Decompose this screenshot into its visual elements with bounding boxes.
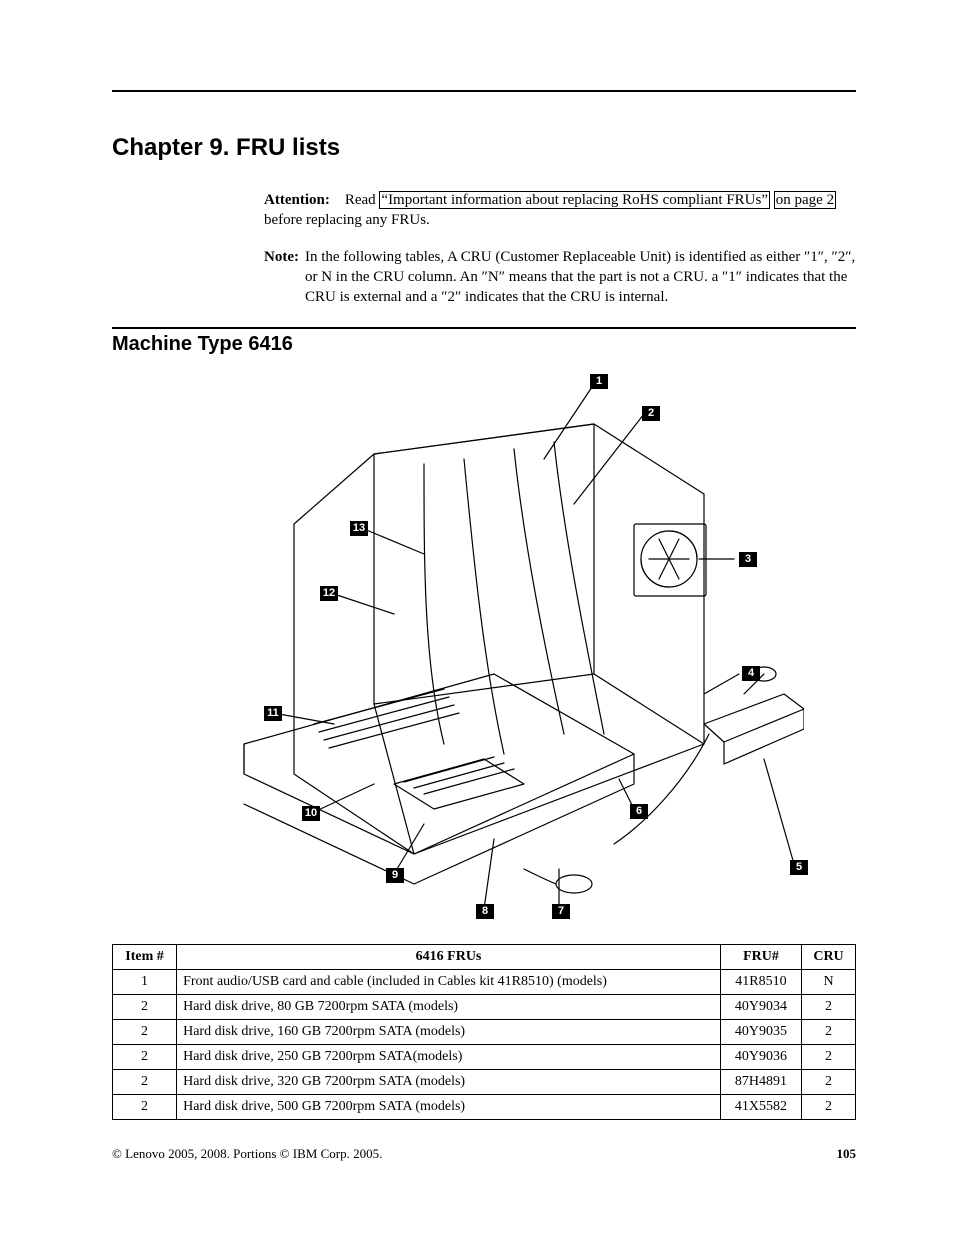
cell-item: 1: [113, 970, 177, 995]
cell-cru: 2: [802, 1095, 856, 1120]
cell-fru: 40Y9036: [720, 1045, 801, 1070]
callout-2: 2: [642, 406, 660, 421]
copyright-text: © Lenovo 2005, 2008. Portions © IBM Corp…: [112, 1146, 382, 1162]
table-header-row: Item # 6416 FRUs FRU# CRU: [113, 945, 856, 970]
th-item: Item #: [113, 945, 177, 970]
machine-type-heading: Machine Type 6416: [112, 327, 856, 356]
table-row: 2 Hard disk drive, 500 GB 7200rpm SATA (…: [113, 1095, 856, 1120]
callout-9: 9: [386, 868, 404, 883]
cell-item: 2: [113, 1020, 177, 1045]
cell-fru: 40Y9034: [720, 995, 801, 1020]
attention-paragraph: Attention: Read “Important information a…: [264, 190, 856, 231]
callout-3: 3: [739, 552, 757, 567]
cell-desc: Hard disk drive, 500 GB 7200rpm SATA (mo…: [177, 1095, 721, 1120]
cell-desc: Front audio/USB card and cable (included…: [177, 970, 721, 995]
table-row: 2 Hard disk drive, 160 GB 7200rpm SATA (…: [113, 1020, 856, 1045]
table-row: 2 Hard disk drive, 250 GB 7200rpm SATA(m…: [113, 1045, 856, 1070]
callout-13: 13: [350, 521, 368, 536]
fru-table: Item # 6416 FRUs FRU# CRU 1 Front audio/…: [112, 944, 856, 1120]
cell-desc: Hard disk drive, 160 GB 7200rpm SATA (mo…: [177, 1020, 721, 1045]
attention-label: Attention:: [264, 192, 330, 208]
callout-10: 10: [302, 806, 320, 821]
callout-7: 7: [552, 904, 570, 919]
exploded-diagram: 1 2 3 4 5 6 7 8 9 10 11 12 13: [164, 364, 804, 924]
cell-cru: 2: [802, 1045, 856, 1070]
cell-cru: 2: [802, 1020, 856, 1045]
note-text: In the following tables, A CRU (Customer…: [305, 247, 856, 308]
cell-item: 2: [113, 1070, 177, 1095]
attention-pre: Read: [345, 192, 380, 208]
callout-5: 5: [790, 860, 808, 875]
callout-4: 4: [742, 666, 760, 681]
callout-11: 11: [264, 706, 282, 721]
attention-link-2[interactable]: on page 2: [774, 191, 836, 209]
top-rule: [112, 90, 856, 92]
th-cru: CRU: [802, 945, 856, 970]
cell-item: 2: [113, 995, 177, 1020]
table-row: 2 Hard disk drive, 320 GB 7200rpm SATA (…: [113, 1070, 856, 1095]
th-fru: FRU#: [720, 945, 801, 970]
cell-fru: 40Y9035: [720, 1020, 801, 1045]
cell-item: 2: [113, 1095, 177, 1120]
cell-cru: N: [802, 970, 856, 995]
page-footer: © Lenovo 2005, 2008. Portions © IBM Corp…: [112, 1146, 856, 1162]
note-label: Note:: [264, 247, 299, 267]
note-paragraph: Note: In the following tables, A CRU (Cu…: [264, 247, 856, 308]
cell-cru: 2: [802, 995, 856, 1020]
diagram-svg: [164, 364, 804, 924]
cell-item: 2: [113, 1045, 177, 1070]
cell-desc: Hard disk drive, 320 GB 7200rpm SATA (mo…: [177, 1070, 721, 1095]
callout-12: 12: [320, 586, 338, 601]
cell-desc: Hard disk drive, 80 GB 7200rpm SATA (mod…: [177, 995, 721, 1020]
table-row: 1 Front audio/USB card and cable (includ…: [113, 970, 856, 995]
callout-1: 1: [590, 374, 608, 389]
callout-8: 8: [476, 904, 494, 919]
chapter-title: Chapter 9. FRU lists: [112, 134, 856, 162]
cell-desc: Hard disk drive, 250 GB 7200rpm SATA(mod…: [177, 1045, 721, 1070]
th-desc: 6416 FRUs: [177, 945, 721, 970]
attention-post: before replacing any FRUs.: [264, 212, 430, 228]
table-row: 2 Hard disk drive, 80 GB 7200rpm SATA (m…: [113, 995, 856, 1020]
cell-fru: 41X5582: [720, 1095, 801, 1120]
cell-fru: 41R8510: [720, 970, 801, 995]
cell-cru: 2: [802, 1070, 856, 1095]
callout-6: 6: [630, 804, 648, 819]
cell-fru: 87H4891: [720, 1070, 801, 1095]
attention-link-1[interactable]: “Important information about replacing R…: [379, 191, 770, 209]
page-number: 105: [837, 1146, 857, 1162]
